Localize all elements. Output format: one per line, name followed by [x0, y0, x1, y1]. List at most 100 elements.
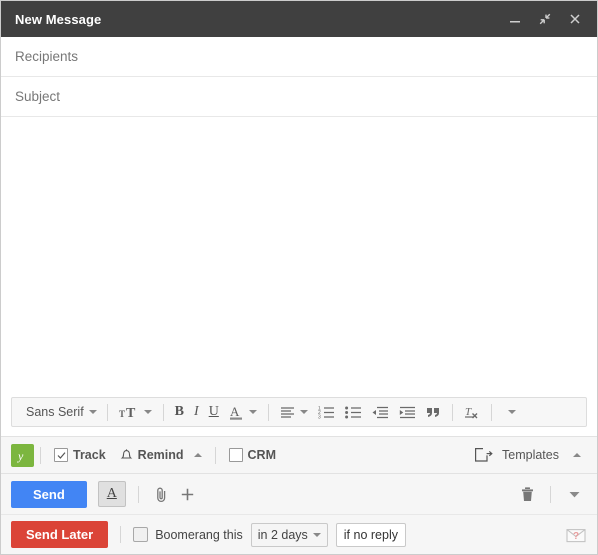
remove-formatting-button[interactable]: T: [459, 400, 485, 424]
condition-value: if no reply: [343, 527, 398, 542]
divider: [40, 446, 41, 464]
delay-dropdown[interactable]: in 2 days: [250, 522, 328, 547]
templates-label: Templates: [502, 448, 559, 462]
font-size-icon: T T: [119, 406, 136, 420]
underline-button[interactable]: U: [204, 400, 224, 424]
remind-button[interactable]: Remind: [113, 448, 209, 462]
boomerang-logo[interactable]: y: [11, 443, 34, 467]
svg-text:A: A: [230, 404, 240, 419]
send-later-button[interactable]: Send Later: [11, 521, 109, 548]
indent-less-button[interactable]: [367, 400, 394, 424]
indent-more-icon: [399, 406, 415, 418]
more-options-button[interactable]: [561, 481, 587, 507]
send-toolbar: Send A: [1, 474, 597, 514]
chevron-down-icon: [143, 410, 152, 414]
recipients-placeholder: Recipients: [15, 49, 79, 64]
quote-icon: [426, 407, 439, 417]
bold-button[interactable]: B: [170, 400, 189, 424]
chevron-down-icon: [299, 410, 308, 414]
svg-text:3: 3: [318, 414, 321, 418]
send-later-toolbar: Send Later Boomerang this in 2 days if n…: [1, 514, 597, 554]
checkbox-checked-icon: [54, 448, 68, 462]
delay-value: in 2 days: [257, 527, 308, 542]
numbered-list-icon: 123: [318, 406, 334, 419]
align-left-icon: [280, 406, 294, 418]
send-button[interactable]: Send: [11, 480, 87, 508]
chevron-down-icon: [507, 410, 516, 414]
chevron-down-icon: [88, 410, 97, 414]
svg-text:y: y: [17, 449, 24, 463]
boomerang-this-label: Boomerang this: [155, 527, 243, 542]
checkbox-unchecked-icon: [228, 448, 243, 462]
remind-label: Remind: [137, 448, 184, 462]
svg-text:?: ?: [573, 531, 579, 542]
templates-button[interactable]: Templates: [474, 447, 587, 463]
italic-button[interactable]: I: [189, 400, 204, 424]
discard-draft-button[interactable]: [514, 481, 540, 507]
divider: [490, 403, 492, 421]
message-body[interactable]: here the text options display in the pop…: [1, 117, 597, 397]
chevron-down-icon: [312, 532, 321, 537]
indent-more-button[interactable]: [394, 400, 421, 424]
chevron-down-icon: [569, 491, 579, 497]
plus-icon: [182, 488, 194, 500]
templates-icon: [475, 448, 493, 462]
text-color-icon: A: [229, 404, 242, 420]
more-formatting-button[interactable]: [498, 400, 521, 424]
chevron-up-icon: [193, 453, 202, 457]
numbered-list-button[interactable]: 123: [313, 400, 340, 424]
bell-icon: [120, 449, 132, 459]
titlebar: New Message: [1, 1, 597, 37]
divider: [162, 403, 164, 421]
boomerang-logo-icon: y: [17, 449, 24, 463]
bulleted-list-button[interactable]: [340, 400, 367, 424]
track-checkbox[interactable]: Track: [47, 448, 113, 462]
crm-checkbox[interactable]: CRM: [222, 448, 283, 462]
annotation-overlay: here the text options display in the pop…: [43, 395, 293, 397]
align-button[interactable]: [275, 400, 313, 424]
divider: [451, 403, 453, 421]
chevron-down-icon: [248, 410, 257, 414]
divider: [550, 485, 551, 503]
condition-input[interactable]: if no reply: [335, 522, 406, 547]
boomerang-toolbar: y Track Remind CRM Templates: [1, 436, 597, 474]
svg-text:T: T: [126, 406, 136, 420]
compose-window: New Message Recipients Subject h: [0, 0, 598, 555]
quote-button[interactable]: [421, 400, 446, 424]
remove-formatting-icon: T: [464, 406, 478, 418]
subject-field[interactable]: Subject: [1, 77, 597, 117]
indent-less-icon: [372, 406, 388, 418]
trash-icon: [521, 486, 533, 501]
recipients-field[interactable]: Recipients: [1, 37, 597, 77]
divider: [214, 446, 216, 464]
chevron-up-icon: [573, 453, 581, 457]
subject-placeholder: Subject: [15, 89, 61, 104]
close-icon[interactable]: [567, 11, 583, 27]
attach-file-button[interactable]: [149, 481, 175, 507]
minimize-icon[interactable]: [507, 11, 523, 27]
help-button[interactable]: ?: [565, 524, 587, 546]
formatting-toggle-button[interactable]: A: [97, 481, 126, 507]
track-label: Track: [73, 448, 106, 462]
divider: [137, 485, 139, 503]
insert-more-button[interactable]: [175, 481, 201, 507]
svg-text:T: T: [119, 409, 125, 419]
window-controls: [507, 11, 587, 27]
divider: [267, 403, 269, 421]
window-title: New Message: [15, 11, 102, 27]
collapse-icon[interactable]: [537, 11, 553, 27]
divider: [106, 403, 108, 421]
help-envelope-icon: ?: [566, 528, 586, 542]
formatting-toolbar: Sans Serif T T B I U A 1 2 3 T: [11, 397, 587, 427]
crm-label: CRM: [247, 448, 276, 462]
svg-text:T: T: [465, 406, 472, 418]
font-family-dropdown[interactable]: Sans Serif: [18, 400, 101, 424]
bulleted-list-icon: [344, 406, 361, 418]
checkbox-unchecked-icon: [133, 527, 149, 542]
boomerang-this-checkbox[interactable]: Boomerang this: [133, 527, 243, 542]
text-color-button[interactable]: A: [224, 400, 262, 424]
divider: [120, 526, 122, 543]
font-size-dropdown[interactable]: T T: [114, 400, 157, 424]
font-family-label: Sans Serif: [26, 405, 84, 419]
paperclip-icon: [157, 487, 166, 502]
